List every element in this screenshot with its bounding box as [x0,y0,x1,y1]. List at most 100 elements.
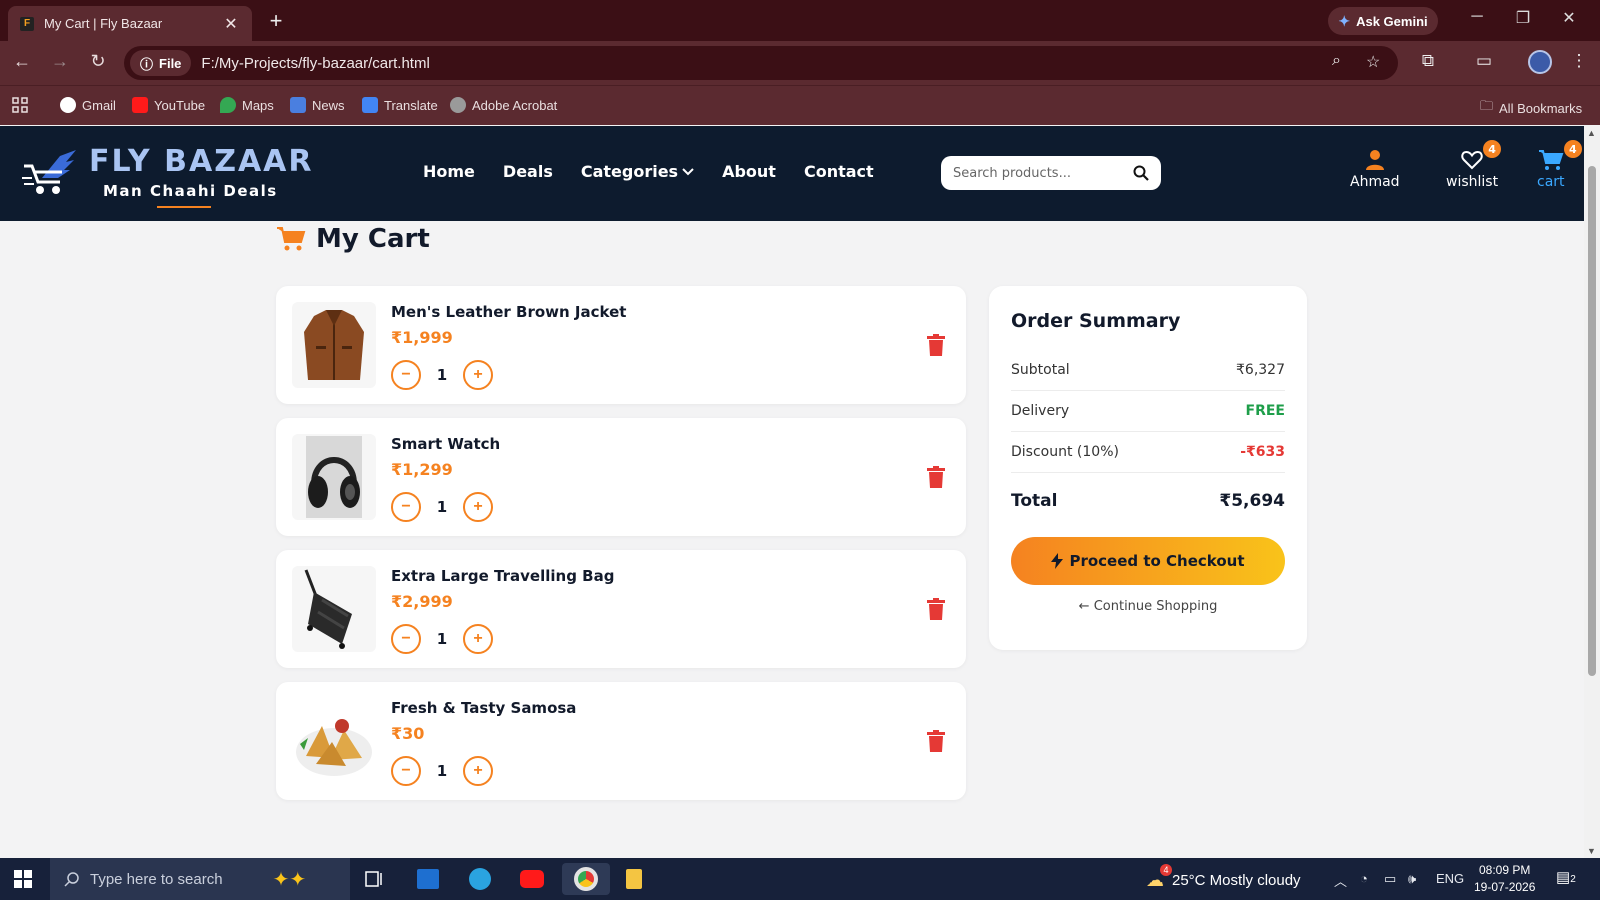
tray-chevron-up-icon[interactable]: ︿ [1334,871,1347,890]
volume-icon[interactable]: 🕪 [1408,871,1416,887]
cart-link[interactable]: 4 cart [1537,140,1582,190]
cart-count-badge: 4 [1563,140,1582,158]
product-name[interactable]: Smart Watch [391,435,500,453]
nav-about[interactable]: About [722,162,776,181]
youtube-app-icon[interactable] [514,863,550,895]
file-explorer-icon[interactable] [616,863,652,895]
trash-icon[interactable] [926,466,946,488]
tab-close-icon[interactable]: ✕ [222,14,240,34]
notifications-icon[interactable]: ▤2 [1556,868,1576,886]
quantity-value: 1 [436,630,448,648]
user-account[interactable]: Ahmad [1350,146,1400,190]
search-icon[interactable] [1133,165,1149,181]
info-icon: ⓘ [140,56,154,72]
increase-qty-button[interactable]: + [463,492,493,522]
chevron-down-icon [682,167,694,175]
increase-qty-button[interactable]: + [463,624,493,654]
menu-kebab-icon[interactable]: ⋮ [1567,51,1591,71]
all-bookmarks-button[interactable]: 🗀 All Bookmarks [1480,97,1582,119]
url-text[interactable]: F:/My-Projects/fly-bazaar/cart.html [201,55,429,72]
decrease-qty-button[interactable]: − [391,756,421,786]
trash-icon[interactable] [926,334,946,356]
wishlist-link[interactable]: 4 wishlist [1446,140,1502,190]
product-image-samosa[interactable] [292,698,376,784]
bookmark-youtube[interactable]: YouTube [132,97,205,113]
bookmark-news[interactable]: News [290,97,345,113]
continue-shopping-link[interactable]: ← Continue Shopping [1011,599,1285,614]
nav-categories-label: Categories [580,162,679,181]
taskbar-clock[interactable]: 08:09 PM 19-07-2026 [1474,862,1535,896]
new-tab-button[interactable]: + [264,8,288,34]
nav-contact[interactable]: Contact [804,162,874,181]
back-arrow-icon[interactable]: ← [10,51,34,72]
cart-wing-logo-icon[interactable] [20,148,78,200]
zoom-icon[interactable]: ⌕ [1332,52,1341,70]
restore-icon[interactable]: ❐ [1508,8,1538,28]
total-value: ₹5,694 [1219,491,1285,511]
remote-desktop-icon[interactable] [410,863,446,895]
decrease-qty-button[interactable]: − [391,360,421,390]
nav-home[interactable]: Home [423,162,475,181]
gemini-sparkle-icon: ✦ [1338,12,1351,29]
quantity-value: 1 [436,498,448,516]
ask-gemini-button[interactable]: ✦ Ask Gemini [1328,7,1438,35]
close-window-icon[interactable]: ✕ [1554,8,1584,28]
trash-icon[interactable] [926,730,946,752]
logo-title[interactable]: FLY BAZAAR [89,144,313,179]
tab-search-icon[interactable]: ▭ [1472,51,1496,71]
subtotal-value: ₹6,327 [1236,362,1285,378]
bookmark-adobe-label: Adobe Acrobat [472,97,558,113]
page-scrollbar[interactable]: ▲ ▼ [1584,126,1600,858]
battery-icon[interactable]: ▭ [1384,871,1396,887]
scroll-up-arrow-icon[interactable]: ▲ [1587,128,1596,138]
product-image-headphones[interactable] [292,434,376,520]
reload-icon[interactable]: ↻ [86,51,110,72]
quantity-stepper: − 1 + [391,756,493,786]
proceed-to-checkout-button[interactable]: Proceed to Checkout [1011,537,1285,585]
task-view-icon[interactable] [356,863,392,895]
language-indicator[interactable]: ENG [1436,871,1464,886]
scroll-down-arrow-icon[interactable]: ▼ [1587,846,1596,856]
bookmark-translate[interactable]: Translate [362,97,438,113]
product-image-bag[interactable] [292,566,376,652]
order-summary-card: Order Summary Subtotal ₹6,327 Delivery F… [989,286,1307,650]
product-name[interactable]: Extra Large Travelling Bag [391,567,614,585]
nav-deals[interactable]: Deals [503,162,553,181]
minimize-icon[interactable]: ─ [1462,8,1492,26]
network-icon[interactable]: ◔ [1360,871,1368,886]
decrease-qty-button[interactable]: − [391,624,421,654]
search-input[interactable] [953,165,1133,181]
telegram-icon[interactable] [462,863,498,895]
bookmark-adobe-acrobat[interactable]: Adobe Acrobat [450,97,557,113]
decrease-qty-button[interactable]: − [391,492,421,522]
trash-icon[interactable] [926,598,946,620]
cart-item: Extra Large Travelling Bag ₹2,999 − 1 + [276,550,966,668]
product-image-jacket[interactable] [292,302,376,388]
apps-grid-icon[interactable] [12,97,28,113]
increase-qty-button[interactable]: + [463,756,493,786]
profile-avatar[interactable] [1528,50,1552,74]
increase-qty-button[interactable]: + [463,360,493,390]
bookmark-star-icon[interactable]: ☆ [1366,52,1380,72]
browser-tab-active[interactable]: F My Cart | Fly Bazaar ✕ [8,6,252,41]
maps-pin-icon [220,97,236,113]
weather-widget[interactable]: ☁ 4 25°C Mostly cloudy [1146,864,1301,891]
extensions-puzzle-icon[interactable]: ⧉ [1416,51,1440,71]
translate-icon [362,97,378,113]
scrollbar-thumb[interactable] [1588,166,1596,676]
delivery-row: Delivery FREE [1011,391,1285,432]
bookmark-gmail[interactable]: Gmail [60,97,116,113]
bookmark-maps[interactable]: Maps [220,97,274,113]
product-name[interactable]: Men's Leather Brown Jacket [391,303,626,321]
cart-item: Fresh & Tasty Samosa ₹30 − 1 + [276,682,966,800]
site-info-chip[interactable]: ⓘ File [130,50,192,76]
taskbar-search[interactable]: Type here to search ✦✦ [50,858,350,900]
windows-start-icon[interactable] [14,870,32,888]
address-bar[interactable]: ⓘ File F:/My-Projects/fly-bazaar/cart.ht… [124,46,1398,80]
discount-value: -₹633 [1240,444,1285,460]
news-icon [290,97,306,113]
forward-arrow-icon[interactable]: → [48,51,72,72]
product-name[interactable]: Fresh & Tasty Samosa [391,699,576,717]
chrome-app-icon[interactable] [562,863,610,895]
nav-categories[interactable]: Categories [581,162,694,181]
